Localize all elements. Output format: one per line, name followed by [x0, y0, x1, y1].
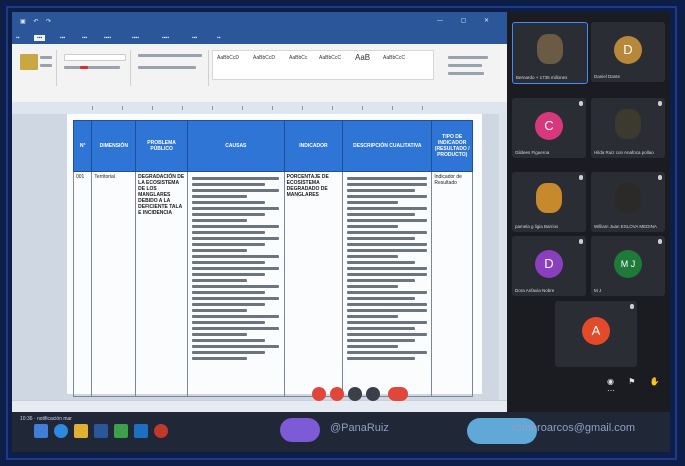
monitor-screen: ▣ ↶ ↷ — ▢ ✕ ▪▪ ▪▪▪ ▪▪▪ ▪▪▪ ▪▪▪▪ ▪▪▪▪ ▪▪▪… [12, 12, 670, 452]
watermark-left: @PanaRuiz [330, 422, 389, 434]
participant-tile[interactable]: Hilda Ruiz con Anafoca pollao [591, 98, 665, 158]
indicators-table: N° DIMENSIÓN PROBLEMA PÚBLICO CAUSAS IND… [72, 120, 473, 397]
window-controls[interactable]: — ▢ ✕ [437, 17, 497, 24]
mic-muted-icon [658, 239, 662, 244]
participant-name: William Juan ESLOVA MEDINA [594, 224, 657, 229]
col-header-dimension: DIMENSIÓN [91, 120, 137, 172]
mic-off-icon[interactable] [312, 387, 326, 401]
edge-icon[interactable] [54, 424, 68, 438]
participant-name: Hilda Ruiz con Anafoca pollao [594, 150, 654, 155]
tab-review[interactable]: ▪▪▪ [192, 35, 197, 41]
editing-group[interactable] [442, 50, 502, 86]
chrome-icon[interactable] [114, 424, 128, 438]
camera-off-icon[interactable] [330, 387, 344, 401]
participant-name: Bernardo + 1735 millones [516, 75, 568, 80]
cell-description [342, 171, 433, 397]
ribbon: AaBbCcD AaBbCcD AaBbCc AaBbCcC AaB AaBbC… [12, 44, 507, 103]
taskbar: 10:36 · notificación mar @PanaRuiz romer… [12, 412, 670, 452]
cell-num: 001 [72, 171, 93, 397]
document-page[interactable]: N° DIMENSIÓN PROBLEMA PÚBLICO CAUSAS IND… [67, 114, 482, 397]
file-explorer-icon[interactable] [74, 424, 88, 438]
tab-design[interactable]: ▪▪▪ [82, 35, 87, 41]
tab-insert[interactable]: ▪▪▪ [60, 35, 65, 41]
avatar: D [535, 249, 563, 278]
col-header-causes: CAUSAS [187, 120, 285, 172]
word-icon[interactable] [94, 424, 108, 438]
watermark-logo [280, 418, 320, 442]
avatar: M J [614, 249, 642, 278]
participant-tile[interactable]: C Gildees Figueroa [512, 98, 586, 158]
participant-name: M J [594, 288, 602, 293]
participant-tile[interactable]: D Daniel Dante [591, 22, 665, 82]
word-window: ▣ ↶ ↷ — ▢ ✕ ▪▪ ▪▪▪ ▪▪▪ ▪▪▪ ▪▪▪▪ ▪▪▪▪ ▪▪▪… [12, 12, 507, 413]
participant-name: Gildees Figueroa [515, 150, 550, 155]
mic-muted-icon [658, 175, 662, 180]
tab-layout[interactable]: ▪▪▪▪ [104, 35, 111, 41]
teams-icon[interactable] [134, 424, 148, 438]
presenter-tile[interactable]: A [555, 301, 637, 367]
paragraph-group[interactable] [134, 50, 209, 86]
col-header-problem: PROBLEMA PÚBLICO [135, 120, 189, 172]
tab-home[interactable]: ▪▪▪ [34, 35, 46, 41]
mic-muted-icon [658, 101, 662, 106]
taskbar-notification: 10:36 · notificación mar [20, 416, 72, 422]
hang-up-icon[interactable] [388, 387, 408, 401]
watermark-right: romeroarcos@gmail.com [512, 422, 636, 434]
indicator-text: PORCENTAJE DE ECOSISTEMA DEGRADADO DE MA… [286, 174, 329, 198]
cell-causes [187, 171, 285, 397]
table-row: 001 Territorial DEGRADACIÓN DE LA ECOSIS… [72, 171, 473, 397]
clipboard-group[interactable] [16, 50, 57, 86]
more-options-icon[interactable] [366, 387, 380, 401]
document-area: N° DIMENSIÓN PROBLEMA PÚBLICO CAUSAS IND… [12, 114, 507, 409]
participant-tile[interactable]: D Dora Anfavia Nobre [512, 236, 586, 296]
cell-type: Indicador de Resultado [431, 171, 473, 397]
participant-tile[interactable]: Bernardo + 1735 millones [512, 22, 588, 84]
avatar: D [614, 35, 642, 64]
styles-gallery[interactable]: AaBbCcD AaBbCcD AaBbCc AaBbCcC AaB AaBbC… [212, 50, 434, 80]
cell-indicator: PORCENTAJE DE ECOSISTEMA DEGRADADO DE MA… [283, 171, 344, 397]
quick-access-icons[interactable]: ▣ ↶ ↷ [20, 18, 54, 25]
tab-file[interactable]: ▪▪ [16, 35, 20, 41]
panel-controls[interactable]: ◉ ⚑ ✋ ⋯ [607, 377, 670, 395]
col-header-type: TIPO DE INDICADOR (RESULTADO / PRODUCTO) [431, 120, 473, 172]
photo-frame: ▣ ↶ ↷ — ▢ ✕ ▪▪ ▪▪▪ ▪▪▪ ▪▪▪ ▪▪▪▪ ▪▪▪▪ ▪▪▪… [0, 0, 685, 466]
participants-panel: Bernardo + 1735 millones D Daniel Dante … [507, 12, 670, 412]
mic-muted-icon [579, 101, 583, 106]
col-header-num: N° [72, 120, 93, 172]
tab-mailings[interactable]: ▪▪▪▪ [162, 35, 169, 41]
col-header-indicator: INDICADOR [283, 120, 344, 172]
problem-text: DEGRADACIÓN DE LA ECOSISTEMA DE LOS MANG… [138, 174, 185, 216]
participant-tile[interactable]: M J M J [591, 236, 665, 296]
avatar: C [535, 111, 563, 140]
word-titlebar: ▣ ↶ ↷ — ▢ ✕ [12, 12, 507, 34]
participant-photo [615, 109, 641, 140]
cell-problem: DEGRADACIÓN DE LA ECOSISTEMA DE LOS MANG… [135, 171, 189, 397]
participant-tile[interactable]: pamela g ligia Barrios [512, 172, 586, 232]
app-icon[interactable] [154, 424, 168, 438]
avatar: A [582, 317, 610, 346]
tab-references[interactable]: ▪▪▪▪ [132, 35, 139, 41]
participant-tile[interactable]: William Juan ESLOVA MEDINA [591, 172, 665, 232]
participant-name: pamela g ligia Barrios [515, 224, 559, 229]
participant-name: Daniel Dante [594, 74, 621, 79]
participant-photo [536, 183, 562, 214]
present-icon[interactable] [348, 387, 362, 401]
participant-name: Dora Anfavia Nobre [515, 288, 555, 293]
participant-photo [615, 183, 641, 214]
vertical-scrollbar[interactable] [499, 114, 507, 409]
mic-muted-icon [630, 304, 634, 309]
windows-start-icon[interactable] [34, 424, 48, 438]
ribbon-tabs: ▪▪ ▪▪▪ ▪▪▪ ▪▪▪ ▪▪▪▪ ▪▪▪▪ ▪▪▪▪ ▪▪▪ ▪▪ [12, 34, 507, 44]
mic-muted-icon [579, 239, 583, 244]
participant-photo [537, 34, 563, 65]
font-group[interactable] [60, 50, 131, 86]
col-header-description: DESCRIPCIÓN CUALITATIVA [342, 120, 433, 172]
tab-view[interactable]: ▪▪ [217, 35, 221, 41]
cell-dimension: Territorial [91, 171, 137, 397]
mic-muted-icon [579, 175, 583, 180]
